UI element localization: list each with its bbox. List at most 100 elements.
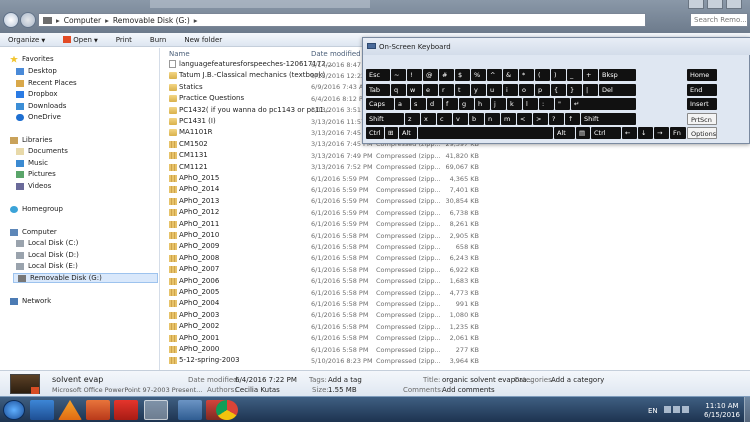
back-button[interactable] bbox=[3, 12, 19, 28]
authors-value[interactable]: Cecilia Kutas bbox=[235, 386, 280, 394]
file-row[interactable]: CM1121 3/13/2016 7:52 PM Compressed (zipp.… bbox=[161, 162, 750, 173]
sidebar-item-pictures[interactable]: Pictures bbox=[16, 170, 56, 178]
osk-key[interactable]: y bbox=[471, 83, 486, 96]
osk-key[interactable]: ↓ bbox=[638, 127, 653, 139]
osk-key[interactable]: Bksp bbox=[599, 69, 636, 81]
file-row[interactable]: APhO_2012 6/1/2016 5:59 PM Compressed (zip… bbox=[161, 207, 750, 218]
file-row[interactable]: APhO_2002 6/1/2016 5:58 PM Compressed (zip… bbox=[161, 321, 750, 332]
file-row[interactable]: APhO_2015 6/1/2016 5:59 PM Compressed (zip… bbox=[161, 173, 750, 184]
file-row[interactable]: APhO_2008 6/1/2016 5:58 PM Compressed (zip… bbox=[161, 253, 750, 264]
file-row[interactable]: APhO_2000 6/1/2016 5:58 PM Compressed (zip… bbox=[161, 344, 750, 355]
osk-key[interactable]: Ctrl bbox=[591, 127, 621, 139]
sidebar-item-downloads[interactable]: Downloads bbox=[16, 102, 66, 110]
osk-key[interactable]: b bbox=[469, 112, 484, 125]
sidebar-item-local-disk-e[interactable]: Local Disk (E:) bbox=[16, 262, 78, 270]
vlc-icon[interactable] bbox=[58, 400, 82, 420]
sidebar-item-desktop[interactable]: Desktop bbox=[16, 67, 57, 75]
osk-key[interactable]: l bbox=[523, 98, 538, 110]
osk-key[interactable]: → bbox=[654, 127, 669, 139]
osk-key[interactable]: d bbox=[427, 98, 442, 110]
osk-key[interactable]: ← bbox=[622, 127, 637, 139]
osk-key[interactable]: _ bbox=[567, 69, 582, 81]
osk-key[interactable]: ↵ bbox=[571, 98, 636, 110]
sidebar-libraries[interactable]: Libraries bbox=[10, 136, 52, 144]
control-panel-icon[interactable] bbox=[178, 400, 202, 420]
osk-key[interactable]: ↑ bbox=[565, 112, 580, 125]
osk-key[interactable]: g bbox=[459, 98, 474, 110]
osk-key[interactable]: % bbox=[471, 69, 486, 81]
categories-value[interactable]: Add a category bbox=[551, 376, 604, 384]
burn-button[interactable]: Burn bbox=[150, 36, 166, 44]
osk-key[interactable]: End bbox=[687, 83, 717, 96]
close-button[interactable] bbox=[726, 0, 742, 9]
osk-key[interactable]: n bbox=[485, 112, 500, 125]
osk-key[interactable]: ▤ bbox=[576, 127, 590, 139]
osk-key[interactable]: s bbox=[411, 98, 426, 110]
sidebar-item-local-disk-c[interactable]: Local Disk (C:) bbox=[16, 239, 78, 247]
breadcrumb-computer[interactable]: Computer bbox=[64, 16, 101, 25]
osk-key[interactable]: r bbox=[439, 83, 454, 96]
osk-key[interactable]: f bbox=[443, 98, 458, 110]
sidebar-item-onedrive[interactable]: OneDrive bbox=[16, 113, 61, 121]
media-player-icon[interactable] bbox=[86, 400, 110, 420]
new-folder-button[interactable]: New folder bbox=[184, 36, 222, 44]
osk-key[interactable]: @ bbox=[423, 69, 438, 81]
file-row[interactable]: APhO_2013 6/1/2016 5:59 PM Compressed (zip… bbox=[161, 196, 750, 207]
osk-key[interactable]: { bbox=[551, 83, 566, 96]
osk-key[interactable]: Shift bbox=[366, 112, 404, 125]
osk-key[interactable]: m bbox=[501, 112, 516, 125]
sidebar-item-dropbox[interactable]: Dropbox bbox=[16, 90, 58, 98]
file-row[interactable]: CM1131 3/13/2016 7:49 PM Compressed (zipp.… bbox=[161, 150, 750, 161]
osk-key[interactable]: PrtScn bbox=[687, 112, 717, 125]
osk-key[interactable]: < bbox=[517, 112, 532, 125]
file-row[interactable]: APhO_2004 6/1/2016 5:58 PM Compressed (zip… bbox=[161, 298, 750, 309]
file-row[interactable]: 5-12-spring-2003 5/10/2016 8:23 PM Compres… bbox=[161, 355, 750, 366]
explorer-icon[interactable] bbox=[144, 400, 168, 420]
tray-arrow-icon[interactable] bbox=[664, 406, 671, 413]
sidebar-computer[interactable]: Computer bbox=[10, 228, 57, 236]
sidebar-homegroup[interactable]: Homegroup bbox=[10, 205, 63, 213]
search-input[interactable]: Search Remo... bbox=[690, 13, 748, 27]
osk-key[interactable]: ) bbox=[551, 69, 566, 81]
osk-key[interactable]: ^ bbox=[487, 69, 502, 81]
osk-key[interactable]: a bbox=[395, 98, 410, 110]
osk-titlebar[interactable]: On-Screen Keyboard bbox=[363, 38, 750, 55]
file-row[interactable]: APhO_2005 6/1/2016 5:58 PM Compressed (zip… bbox=[161, 287, 750, 298]
osk-key[interactable]: i bbox=[503, 83, 518, 96]
file-row[interactable]: APhO_2003 6/1/2016 5:58 PM Compressed (zip… bbox=[161, 310, 750, 321]
osk-key[interactable]: ~ bbox=[391, 69, 406, 81]
osk-key[interactable]: q bbox=[391, 83, 406, 96]
file-row[interactable]: APhO_2014 6/1/2016 5:59 PM Compressed (zip… bbox=[161, 184, 750, 195]
osk-key[interactable]: x bbox=[421, 112, 436, 125]
osk-key[interactable]: w bbox=[407, 83, 422, 96]
osk-key[interactable]: t bbox=[455, 83, 470, 96]
osk-key[interactable] bbox=[418, 127, 553, 139]
language-indicator[interactable]: EN bbox=[648, 407, 658, 415]
osk-key[interactable]: Home bbox=[687, 69, 717, 81]
sidebar-network[interactable]: Network bbox=[10, 297, 51, 305]
sidebar-item-local-disk-d[interactable]: Local Disk (D:) bbox=[16, 251, 79, 259]
osk-key[interactable]: p bbox=[535, 83, 550, 96]
osk-key[interactable]: } bbox=[567, 83, 582, 96]
file-row[interactable]: APhO_2007 6/1/2016 5:58 PM Compressed (zip… bbox=[161, 264, 750, 275]
osk-key[interactable]: ! bbox=[407, 69, 422, 81]
minimize-button[interactable] bbox=[688, 0, 704, 9]
organize-button[interactable]: Organize ▼ bbox=[8, 36, 45, 44]
osk-key[interactable]: " bbox=[555, 98, 570, 110]
sidebar-item-removable-disk-g[interactable]: Removable Disk (G:) bbox=[13, 273, 158, 283]
osk-key[interactable]: ( bbox=[535, 69, 550, 81]
osk-key[interactable]: : bbox=[539, 98, 554, 110]
file-row[interactable]: APhO_2001 6/1/2016 5:58 PM Compressed (zip… bbox=[161, 333, 750, 344]
network-tray-icon[interactable] bbox=[682, 406, 689, 413]
osk-key[interactable]: e bbox=[423, 83, 438, 96]
file-row[interactable]: APhO_2011 6/1/2016 5:59 PM Compressed (zip… bbox=[161, 219, 750, 230]
start-button[interactable] bbox=[3, 400, 25, 420]
open-button[interactable]: Open ▼ bbox=[63, 36, 98, 44]
forward-button[interactable] bbox=[20, 12, 36, 28]
osk-key[interactable]: * bbox=[519, 69, 534, 81]
sidebar-item-recent-places[interactable]: Recent Places bbox=[16, 79, 77, 87]
maximize-button[interactable] bbox=[707, 0, 723, 9]
osk-key[interactable]: c bbox=[437, 112, 452, 125]
osk-key[interactable]: Fn bbox=[670, 127, 686, 139]
file-row[interactable]: APhO_2009 6/1/2016 5:58 PM Compressed (zip… bbox=[161, 241, 750, 252]
